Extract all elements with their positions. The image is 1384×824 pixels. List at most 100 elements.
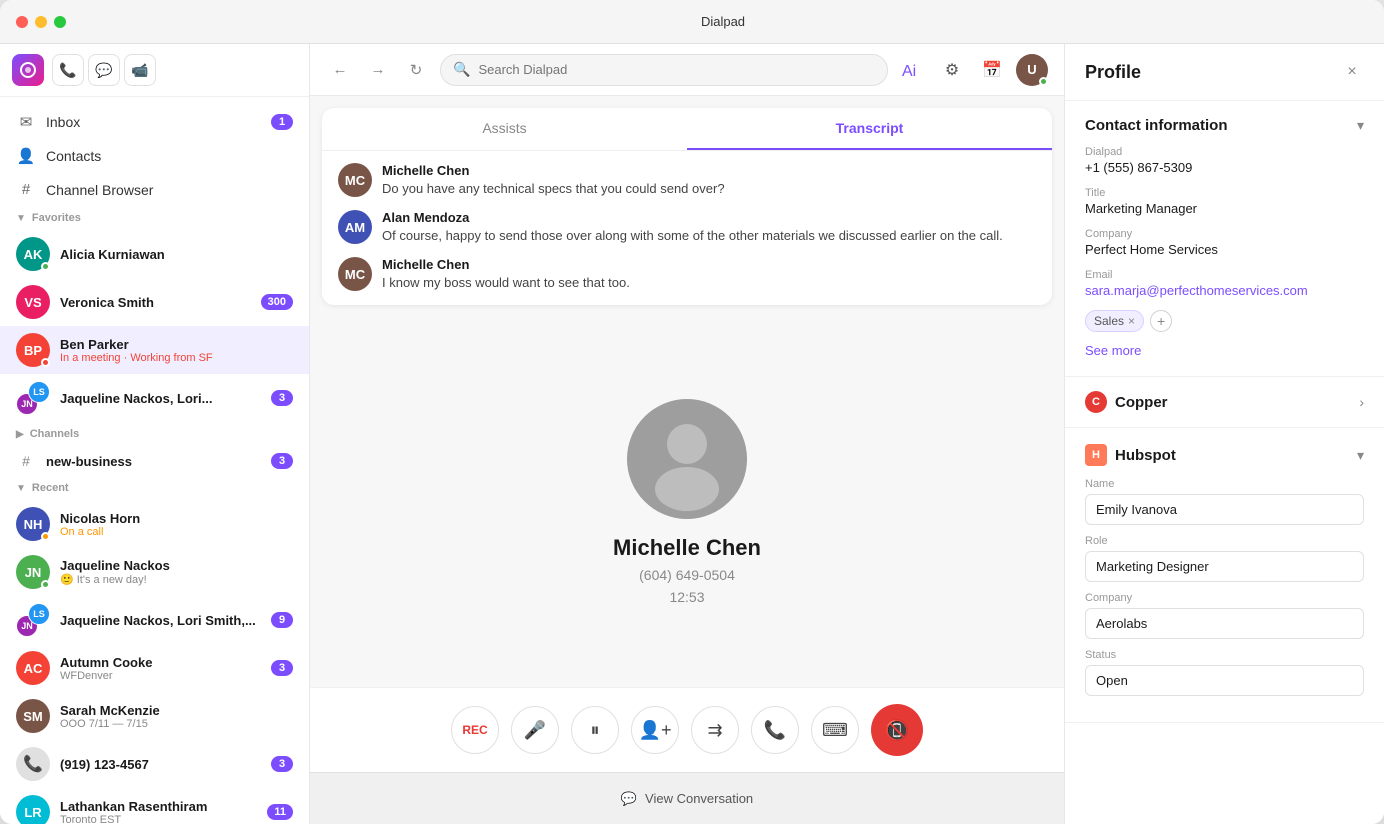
- end-call-button[interactable]: 📵: [871, 704, 923, 756]
- transcript-card: Assists Transcript MC Michelle Chen Do y…: [322, 108, 1052, 305]
- msg-text-2: Of course, happy to send those over alon…: [382, 227, 1003, 245]
- recent-arrow-icon: ▼: [16, 483, 26, 494]
- sales-tag-label: Sales: [1094, 314, 1124, 328]
- msg-text-1: Do you have any technical specs that you…: [382, 180, 725, 198]
- user-status-dot: [1039, 77, 1048, 86]
- close-button[interactable]: [16, 16, 28, 28]
- copper-section[interactable]: C Copper ›: [1065, 377, 1384, 428]
- contact-info-autumn: Autumn Cooke WFDenver: [60, 655, 261, 682]
- tab-assists[interactable]: Assists: [322, 108, 687, 150]
- app-window: Dialpad 📞 💬 📹 ✉: [0, 0, 1384, 824]
- hs-name-input[interactable]: [1085, 494, 1364, 525]
- settings-button[interactable]: ⚙: [936, 54, 968, 86]
- msg-avatar-alan: AM: [338, 210, 372, 244]
- refresh-button[interactable]: ↻: [402, 56, 430, 84]
- contact-name-nicolas: Nicolas Horn: [60, 511, 293, 526]
- contact-item-lathankan[interactable]: LR Lathankan Rasenthiram Toronto EST 11: [0, 788, 309, 824]
- favorites-section-header[interactable]: ▼ Favorites: [0, 206, 309, 230]
- hubspot-title-row: H Hubspot: [1085, 444, 1176, 466]
- sidebar-item-label: Inbox: [46, 114, 261, 130]
- channel-name-new-business: new-business: [46, 454, 261, 469]
- email-label: Email: [1085, 269, 1364, 281]
- avatar-autumn: AC: [16, 651, 50, 685]
- msg-sender-3: Michelle Chen: [382, 257, 630, 272]
- hs-role-input[interactable]: [1085, 551, 1364, 582]
- channel-item-new-business[interactable]: # new-business 3: [0, 446, 309, 476]
- sidebar-action-icons: 📞 💬 📹: [52, 54, 156, 86]
- pause-button[interactable]: ⏸: [571, 706, 619, 754]
- avatar-group-lori-av2: LS: [28, 603, 50, 625]
- contact-item-alicia[interactable]: AK Alicia Kurniawan: [0, 230, 309, 278]
- contact-info-sarah: Sarah McKenzie OOO 7/11 — 7/15: [60, 703, 293, 730]
- channel-badge-new-business: 3: [271, 453, 293, 469]
- view-conversation-label: View Conversation: [645, 791, 753, 806]
- autumn-badge: 3: [271, 660, 293, 676]
- contact-info-title: Contact information: [1085, 117, 1228, 134]
- calendar-button[interactable]: 📅: [976, 54, 1008, 86]
- keypad-button[interactable]: ⌨: [811, 706, 859, 754]
- sales-tag[interactable]: Sales ×: [1085, 310, 1144, 332]
- contact-info-header[interactable]: Contact information ▾: [1085, 117, 1364, 134]
- avatar-sarah: SM: [16, 699, 50, 733]
- search-icon: 🔍: [453, 61, 470, 78]
- hs-company-input[interactable]: [1085, 608, 1364, 639]
- add-person-button[interactable]: 👤+: [631, 706, 679, 754]
- phone-action-button[interactable]: 📞: [52, 54, 84, 86]
- message-action-button[interactable]: 💬: [88, 54, 120, 86]
- hubspot-header[interactable]: H Hubspot ▾: [1085, 444, 1364, 466]
- add-tag-button[interactable]: +: [1150, 310, 1172, 332]
- sidebar-item-contacts[interactable]: 👤 Contacts: [0, 139, 309, 173]
- dialpad-phone-value: +1 (555) 867-5309: [1085, 160, 1364, 175]
- transcript-msg-1: MC Michelle Chen Do you have any technic…: [338, 163, 1036, 198]
- status-dot-jaqueline: [41, 580, 50, 589]
- copper-chevron-icon: ›: [1359, 394, 1364, 410]
- channels-section-header[interactable]: ▶ Channels: [0, 422, 309, 446]
- tab-transcript[interactable]: Transcript: [687, 108, 1052, 150]
- contact-item-jaqueline-lori[interactable]: JN LS Jaqueline Nackos, Lori Smith,... 9: [0, 596, 309, 644]
- contact-item-nicolas[interactable]: NH Nicolas Horn On a call: [0, 500, 309, 548]
- title-label: Title: [1085, 187, 1364, 199]
- msg-avatar-michelle-1: MC: [338, 163, 372, 197]
- forward-button[interactable]: →: [364, 56, 392, 84]
- jaqueline-lori-badge: 9: [271, 612, 293, 628]
- email-row: Email sara.marja@perfecthomeservices.com: [1085, 269, 1364, 298]
- right-panel-header: Profile ×: [1065, 44, 1384, 101]
- sales-tag-remove-icon[interactable]: ×: [1128, 314, 1135, 328]
- maximize-button[interactable]: [54, 16, 66, 28]
- minimize-button[interactable]: [35, 16, 47, 28]
- contact-item-phone-number[interactable]: 📞 (919) 123-4567 3: [0, 740, 309, 788]
- contact-item-jaqueline-group[interactable]: JN LS Jaqueline Nackos, Lori... 3: [0, 374, 309, 422]
- email-value[interactable]: sara.marja@perfecthomeservices.com: [1085, 283, 1364, 298]
- search-input[interactable]: [478, 62, 875, 77]
- contact-item-sarah[interactable]: SM Sarah McKenzie OOO 7/11 — 7/15: [0, 692, 309, 740]
- contact-item-autumn[interactable]: AC Autumn Cooke WFDenver 3: [0, 644, 309, 692]
- dialpad-logo[interactable]: [12, 54, 44, 86]
- hs-role-field: Role: [1085, 535, 1364, 582]
- phone-button[interactable]: 📞: [751, 706, 799, 754]
- hubspot-chevron-icon: ▾: [1357, 447, 1364, 464]
- recent-section-header[interactable]: ▼ Recent: [0, 476, 309, 500]
- ai-icon[interactable]: Ai: [898, 56, 926, 84]
- see-more-link[interactable]: See more: [1085, 343, 1141, 358]
- user-avatar[interactable]: U: [1016, 54, 1048, 86]
- search-bar[interactable]: 🔍: [440, 54, 888, 86]
- record-button[interactable]: REC: [451, 706, 499, 754]
- center-panel: ← → ↻ 🔍 Ai ⚙ 📅 U: [310, 44, 1064, 824]
- hs-status-input[interactable]: [1085, 665, 1364, 696]
- favorites-label: Favorites: [32, 212, 81, 224]
- contact-item-ben[interactable]: BP Ben Parker In a meeting · Working fro…: [0, 326, 309, 374]
- hs-status-label: Status: [1085, 649, 1364, 661]
- transfer-button[interactable]: ⇉: [691, 706, 739, 754]
- contact-item-veronica[interactable]: VS Veronica Smith 300: [0, 278, 309, 326]
- view-conversation-bar[interactable]: 💬 View Conversation: [310, 772, 1064, 824]
- sidebar-item-inbox[interactable]: ✉ Inbox 1: [0, 105, 309, 139]
- msg-avatar-michelle-2: MC: [338, 257, 372, 291]
- contact-status-nicolas: On a call: [60, 526, 293, 538]
- contact-item-jaqueline-nackos[interactable]: JN Jaqueline Nackos 🙂 It's a new day!: [0, 548, 309, 596]
- mute-button[interactable]: 🎤: [511, 706, 559, 754]
- sidebar-item-channel-browser[interactable]: # Channel Browser: [0, 173, 309, 206]
- close-panel-button[interactable]: ×: [1340, 60, 1364, 84]
- back-button[interactable]: ←: [326, 56, 354, 84]
- video-action-button[interactable]: 📹: [124, 54, 156, 86]
- hs-company-field: Company: [1085, 592, 1364, 639]
